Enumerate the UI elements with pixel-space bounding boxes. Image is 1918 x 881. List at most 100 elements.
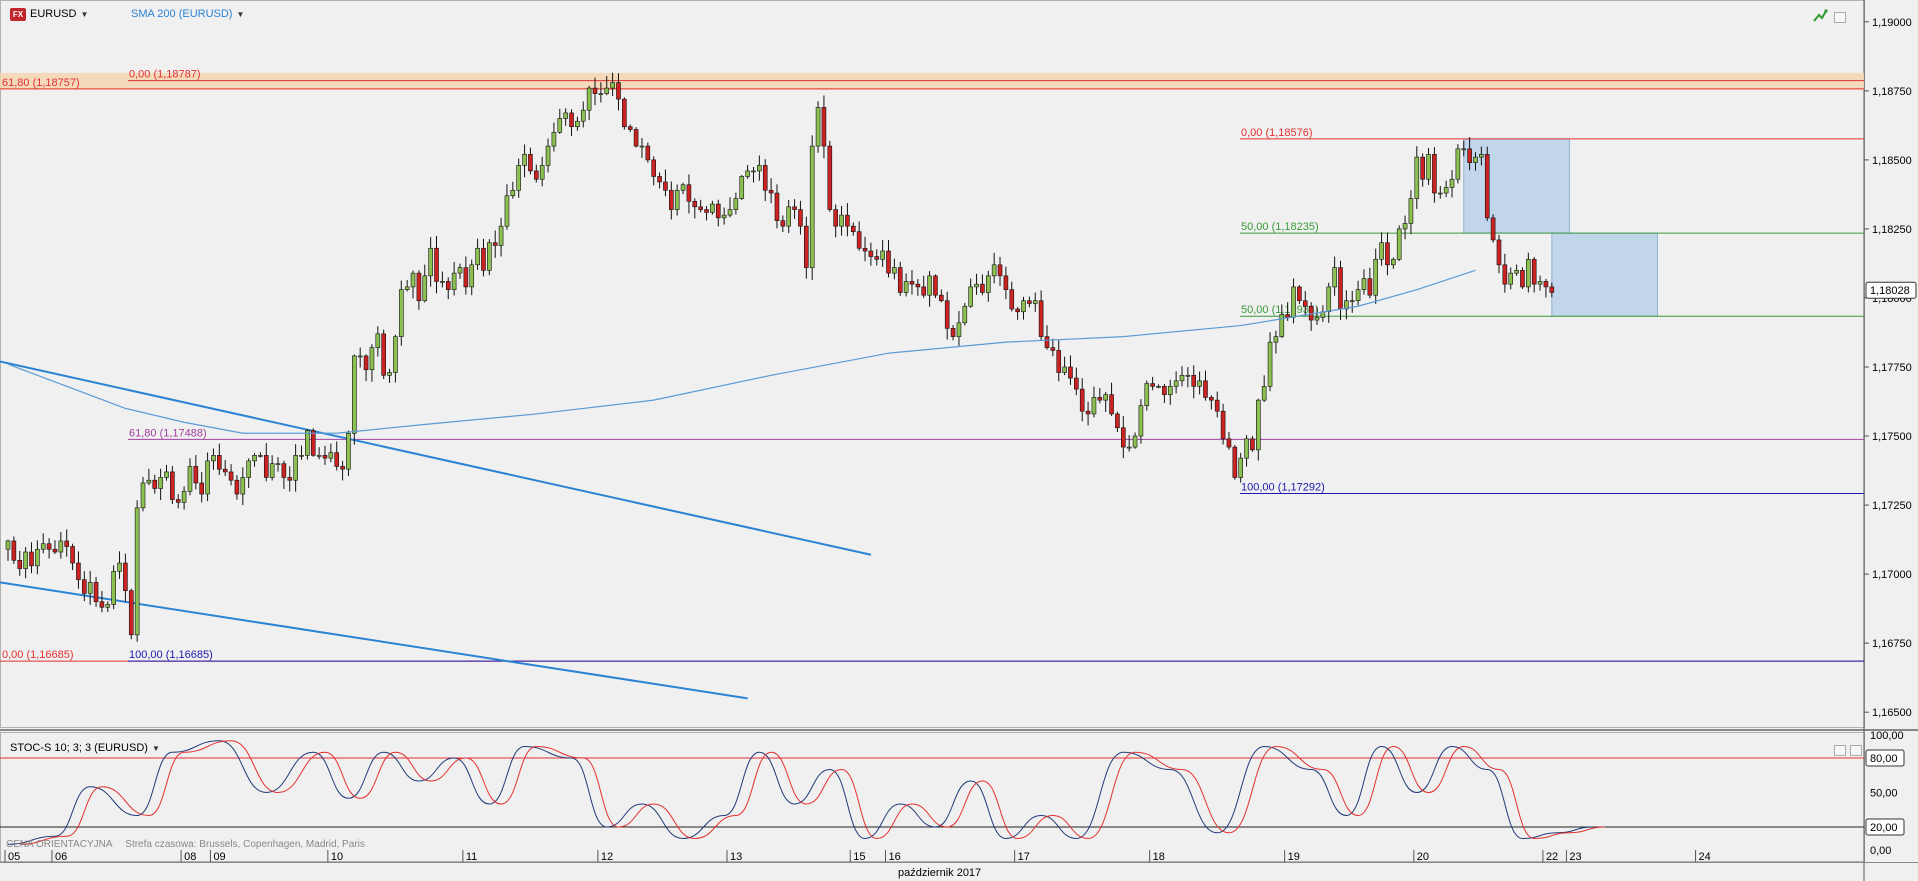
pane-restore-button[interactable] [1834, 12, 1846, 23]
last-price-label: 1,18028 [1870, 285, 1910, 297]
candle-body [1115, 413, 1120, 429]
candle [128, 588, 134, 640]
candle-body [1185, 374, 1191, 377]
candle-body [1273, 336, 1279, 343]
candle-body [557, 118, 563, 133]
candle [1232, 444, 1238, 480]
candle-body [1385, 242, 1390, 266]
trend-tool-icon[interactable] [1812, 8, 1828, 24]
candle-body [252, 455, 257, 462]
candle-body [434, 247, 439, 282]
candle-body [1209, 397, 1214, 401]
candle-body [5, 540, 11, 550]
candle-body [1256, 399, 1261, 451]
candle-body [604, 87, 610, 94]
candle-body [1314, 316, 1320, 321]
candle-body [1038, 300, 1044, 337]
chart-canvas[interactable]: 0,00 (1,18787) 61,80 (1,18757) 0,00 (1,185… [0, 0, 1918, 881]
candle-body [76, 562, 81, 580]
candle [1490, 214, 1496, 243]
candle-body [404, 286, 410, 290]
fib-level-label-8: 100,00 (1,16685) [129, 649, 213, 661]
candle-body [991, 264, 997, 277]
candle [739, 175, 745, 200]
date-axis-label: 23 [1569, 851, 1581, 863]
date-axis-label: 24 [1699, 851, 1711, 863]
candle-body [387, 372, 392, 376]
stochastic-restore-button[interactable] [1834, 745, 1846, 756]
price-pane[interactable] [0, 0, 1865, 728]
candle-body [786, 206, 792, 227]
candle-body [246, 460, 251, 478]
candle [815, 101, 821, 153]
candle-body [1361, 278, 1367, 290]
candle-body [310, 430, 316, 456]
candle-body [1432, 154, 1437, 194]
chevron-down-icon: ▼ [151, 743, 160, 753]
candle-body [457, 267, 463, 274]
candle-body [1338, 267, 1343, 310]
candle-body [287, 477, 293, 481]
candle-body [933, 275, 938, 296]
candle-body [340, 466, 345, 470]
candle-body [633, 129, 639, 147]
candle-body [1549, 286, 1555, 293]
candle-body [181, 490, 187, 503]
candle-body [228, 471, 234, 481]
date-axis-label: 16 [889, 851, 901, 863]
candle-body [193, 466, 199, 484]
candle-body [962, 305, 968, 324]
fib-band [0, 72, 1864, 90]
candle-body [1250, 438, 1255, 451]
stochastic-close-button[interactable] [1850, 745, 1862, 756]
price-axis-label: 1,18250 [1872, 224, 1912, 236]
candle-body [1214, 399, 1220, 412]
zone-rect-1[interactable] [1551, 232, 1658, 317]
sma-indicator-dropdown[interactable]: SMA 200 (EURUSD) ▼ [131, 6, 244, 22]
candle-body [1191, 374, 1197, 387]
candle-body [23, 551, 28, 569]
candle-body [985, 275, 991, 293]
candle-body [1232, 446, 1238, 478]
stochastic-axis-label: 20,00 [1870, 822, 1898, 834]
candle [1396, 225, 1402, 261]
candle-body [128, 590, 134, 636]
candle-body [1326, 286, 1332, 313]
candle-body [915, 283, 921, 288]
candle-body [845, 214, 850, 227]
candle-body [545, 145, 551, 166]
date-axis-label: 19 [1288, 851, 1300, 863]
stochastic-indicator-dropdown[interactable]: STOC-S 10; 3; 3 (EURUSD) ▼ [10, 740, 160, 756]
candle-body [217, 455, 222, 470]
candle-body [692, 201, 698, 208]
symbol-dropdown[interactable]: FX EURUSD ▼ [10, 6, 88, 22]
candle-body [762, 165, 768, 191]
candle-body [1297, 286, 1302, 302]
candle-body [357, 355, 363, 358]
candle-body [1044, 336, 1050, 348]
candle-body [410, 272, 416, 288]
stochastic-axis-label: 0,00 [1870, 845, 1891, 857]
candle-body [187, 466, 193, 492]
candle-body [82, 579, 87, 594]
candle-body [46, 543, 52, 550]
zone-rect-0[interactable] [1463, 138, 1570, 234]
candle-body [757, 165, 762, 172]
candle-body [997, 264, 1003, 277]
candle-body [968, 286, 973, 307]
candle-body [1085, 410, 1091, 415]
candle-body [862, 247, 868, 252]
candle-body [393, 336, 398, 373]
candle-body [680, 184, 686, 191]
candle-body [1502, 264, 1508, 285]
candle-body [1179, 374, 1185, 382]
candle-body [1279, 314, 1285, 337]
candle-body [598, 93, 604, 95]
candle-body [445, 281, 451, 290]
candle-body [222, 468, 228, 473]
candle-body [651, 159, 657, 177]
candle-body [175, 499, 181, 503]
candle-body [980, 283, 985, 293]
candle [933, 274, 938, 299]
candle-body [498, 225, 504, 246]
